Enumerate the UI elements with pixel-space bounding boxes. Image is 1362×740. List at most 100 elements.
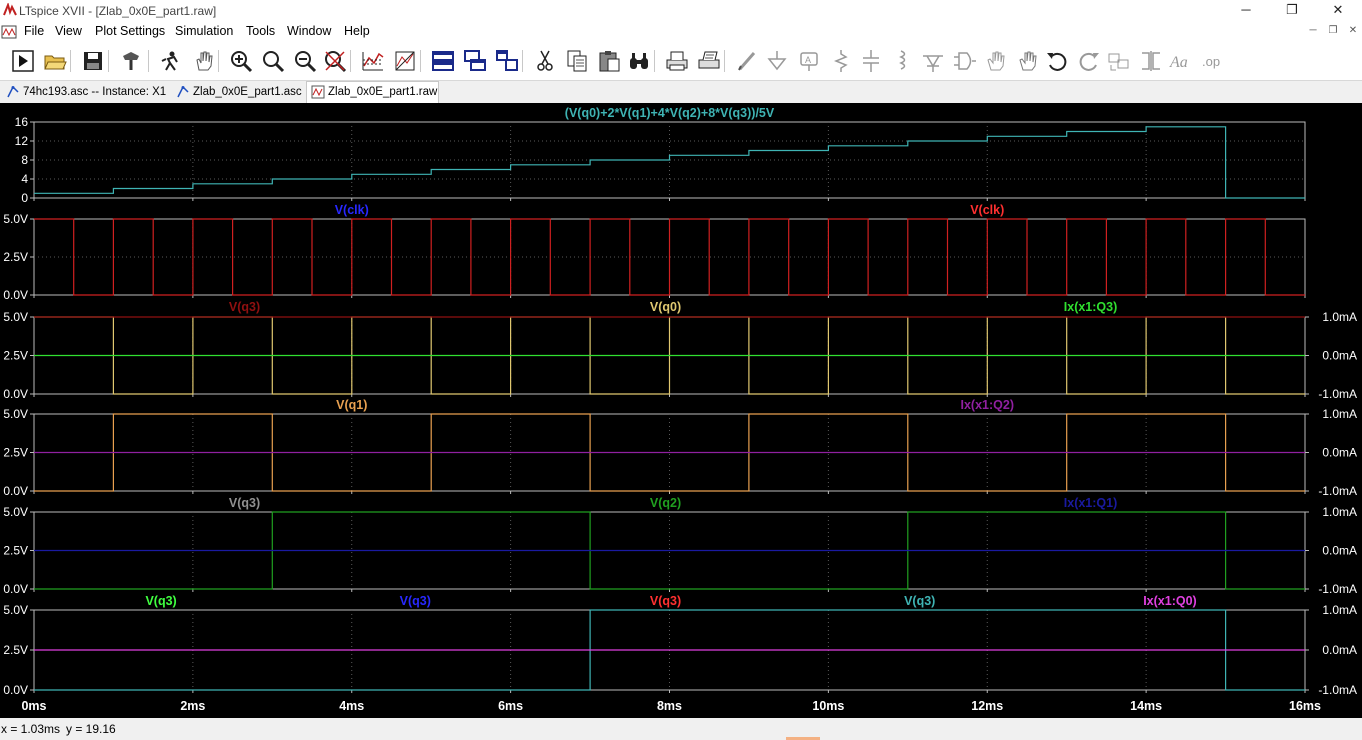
menu-help[interactable]: Help (344, 24, 370, 38)
component-button[interactable] (952, 48, 978, 74)
x-axis-tick-label: 0ms (21, 699, 46, 713)
menu-simulation[interactable]: Simulation (175, 24, 233, 38)
mdi-close-button[interactable]: ✕ (1346, 24, 1360, 38)
ground-button[interactable] (764, 48, 790, 74)
trace-label[interactable]: V(clk) (335, 203, 369, 217)
menu-tools[interactable]: Tools (246, 24, 275, 38)
move-button[interactable] (982, 48, 1008, 74)
trace-label[interactable]: V(q2) (650, 496, 681, 510)
trace-label[interactable]: (V(q0)+2*V(q1)+4*V(q2)+8*V(q3))/5V (565, 106, 775, 120)
trace-label[interactable]: V(q3) (229, 300, 260, 314)
menu-plot-settings[interactable]: Plot Settings (95, 24, 165, 38)
inductor-button[interactable] (890, 48, 916, 74)
trace-label[interactable]: V(q1) (336, 398, 367, 412)
save-icon (84, 52, 102, 70)
trace-label[interactable]: Ix(x1:Q0) (1143, 594, 1197, 608)
toolbar-separator (420, 50, 421, 72)
find-button[interactable] (626, 48, 652, 74)
y-tick-label: 5.0V (3, 212, 28, 226)
menu-file[interactable]: File (24, 24, 44, 38)
tab-zlab-raw[interactable]: Zlab_0x0E_part1.raw (306, 81, 439, 103)
zoom-out-icon (295, 51, 317, 73)
y-tick-label: 8 (21, 153, 28, 167)
right-axis-tick-label: 1.0mA (1322, 603, 1357, 617)
zoom-area-icon (263, 51, 285, 73)
y-tick-label: 2.5V (3, 349, 28, 363)
manual-limits-button[interactable] (392, 48, 418, 74)
text-button[interactable]: Aa (1168, 48, 1194, 74)
label-net-button[interactable]: A (796, 48, 822, 74)
tile-vertical-button[interactable] (494, 48, 520, 74)
minimize-button[interactable]: ─ (1223, 0, 1269, 22)
toolbar-separator (522, 50, 523, 72)
menu-window[interactable]: Window (287, 24, 331, 38)
trace-label[interactable]: V(q3) (229, 496, 260, 510)
mirror-icon (1142, 51, 1160, 71)
trace-label[interactable]: Ix(x1:Q1) (1064, 496, 1118, 510)
run-icon (12, 50, 34, 72)
spice-directive-button[interactable]: .op (1200, 48, 1226, 74)
cascade-icon (464, 50, 486, 71)
right-axis-tick-label: 0.0mA (1322, 349, 1357, 363)
copy-button[interactable] (564, 48, 590, 74)
trace-label[interactable]: V(q0) (650, 300, 681, 314)
trace-label[interactable]: V(q3) (904, 594, 935, 608)
mirror-button[interactable] (1138, 48, 1164, 74)
x-axis-tick-label: 2ms (180, 699, 205, 713)
print-button[interactable] (664, 48, 690, 74)
open-button[interactable] (42, 48, 68, 74)
svg-text:Aa: Aa (1169, 54, 1188, 71)
y-tick-label: 2.5V (3, 544, 28, 558)
cut-icon (537, 50, 553, 71)
tile-horizontal-button[interactable] (430, 48, 456, 74)
rotate-button[interactable] (1106, 48, 1132, 74)
text-icon: Aa (1169, 54, 1188, 71)
draw-wire-button[interactable] (734, 48, 760, 74)
zoom-out-button[interactable] (292, 48, 318, 74)
zoom-area-button[interactable] (260, 48, 286, 74)
y-tick-label: 0.0V (3, 582, 28, 596)
find-icon (630, 53, 648, 69)
trace-label[interactable]: V(q3) (650, 594, 681, 608)
zoom-in-button[interactable] (228, 48, 254, 74)
drag-button[interactable] (1014, 48, 1040, 74)
print-setup-button[interactable] (696, 48, 722, 74)
save-button[interactable] (80, 48, 106, 74)
trace-label[interactable]: Ix(x1:Q2) (961, 398, 1015, 412)
maximize-button[interactable]: ❐ (1269, 0, 1315, 22)
pan-icon (196, 51, 213, 71)
schematic-icon (177, 86, 189, 98)
menu-view[interactable]: View (55, 24, 82, 38)
trace-label[interactable]: V(clk) (970, 203, 1004, 217)
trace-label[interactable]: V(q3) (400, 594, 431, 608)
autorange-button[interactable] (360, 48, 386, 74)
undo-button[interactable] (1044, 48, 1070, 74)
halt-button[interactable] (158, 48, 184, 74)
resistor-button[interactable] (828, 48, 854, 74)
run-button[interactable] (10, 48, 36, 74)
tab-74hc193-instance[interactable]: 74hc193.asc -- Instance: X1 (2, 82, 168, 102)
redo-button[interactable] (1076, 48, 1102, 74)
trace-label[interactable]: V(q3) (145, 594, 176, 608)
cut-button[interactable] (532, 48, 558, 74)
waveform-window-icon[interactable] (1, 24, 17, 40)
trace-label[interactable]: Ix(x1:Q3) (1064, 300, 1118, 314)
diode-button[interactable] (920, 48, 946, 74)
close-button[interactable]: ✕ (1315, 0, 1361, 22)
waveform-icon (311, 85, 325, 99)
paste-button[interactable] (596, 48, 622, 74)
control-panel-button[interactable] (118, 48, 144, 74)
cascade-button[interactable] (462, 48, 488, 74)
zoom-fit-button[interactable] (322, 48, 348, 74)
zoom-in-icon (231, 51, 253, 73)
mdi-restore-button[interactable]: ❐ (1326, 24, 1340, 38)
waveform-panes[interactable]: 16 12 8 4 0 (V(q0)+2*V(q1)+4*V(q2)+8*V(q3))/5… (0, 103, 1362, 718)
capacitor-button[interactable] (858, 48, 884, 74)
diode-icon (923, 55, 943, 72)
y-tick-label: 2.5V (3, 643, 28, 657)
mdi-minimize-button[interactable]: ─ (1306, 24, 1320, 38)
draw-wire-icon (738, 52, 756, 71)
tab-zlab-asc[interactable]: Zlab_0x0E_part1.asc (172, 82, 303, 102)
pan-button[interactable] (190, 48, 216, 74)
inductor-icon (899, 50, 906, 70)
